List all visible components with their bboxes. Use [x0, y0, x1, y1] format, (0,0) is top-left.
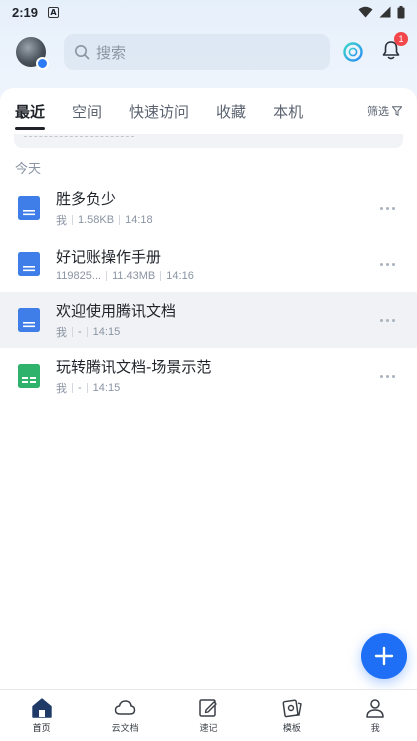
- filter-icon: [392, 106, 402, 116]
- nav-templates[interactable]: 模板: [262, 698, 322, 734]
- nav-quick-note[interactable]: 速记: [178, 698, 238, 734]
- search-placeholder: 搜索: [96, 43, 127, 62]
- status-time: 2:19: [12, 4, 39, 20]
- section-label-today: 今天: [15, 162, 42, 177]
- file-owner: 我: [56, 214, 67, 227]
- file-row[interactable]: 欢迎使用腾讯文档 我 - 14:15: [0, 292, 417, 348]
- sheet-icon: [18, 364, 40, 388]
- more-options-icon[interactable]: [380, 206, 395, 210]
- file-owner: 我: [56, 326, 67, 339]
- file-meta: 我 - 14:15: [56, 380, 380, 396]
- more-options-icon[interactable]: [380, 262, 395, 266]
- file-info: 好记账操作手册 119825... 11.43MB 14:16: [56, 247, 380, 282]
- file-owner: 119825...: [56, 269, 102, 282]
- filter-button[interactable]: 筛选: [367, 103, 402, 119]
- wifi-icon: [358, 6, 373, 18]
- more-options-icon[interactable]: [380, 318, 395, 322]
- main-panel: 最近 空间 快速访问 收藏 本机 筛选 今天 胜多负少 我 1.58KB 14:…: [0, 88, 417, 689]
- file-info: 欢迎使用腾讯文档 我 - 14:15: [56, 301, 380, 340]
- file-name: 玩转腾讯文档-场景示范: [56, 357, 212, 376]
- battery-icon: [397, 5, 405, 18]
- search-icon: [75, 45, 90, 60]
- note-icon: [199, 698, 218, 717]
- nav-label: 速记: [199, 723, 218, 734]
- file-size: 1.58KB: [78, 213, 115, 226]
- cellular-icon: [379, 6, 391, 18]
- notification-button[interactable]: 1: [382, 32, 408, 64]
- nav-label: 模板: [282, 723, 301, 734]
- status-icons: [358, 5, 405, 19]
- avatar-badge: [36, 57, 49, 70]
- home-icon: [31, 697, 52, 718]
- collapsed-banner[interactable]: [14, 134, 403, 148]
- tab-space[interactable]: 空间: [72, 101, 102, 122]
- file-owner: 我: [56, 382, 67, 395]
- file-info: 胜多负少 我 1.58KB 14:18: [56, 189, 380, 228]
- nav-cloud-docs[interactable]: 云文档: [95, 698, 155, 734]
- file-time: 14:18: [125, 213, 153, 226]
- doc-icon: [18, 196, 40, 220]
- ai-assistant-icon[interactable]: [342, 41, 364, 63]
- tab-quick-access[interactable]: 快速访问: [129, 101, 189, 122]
- file-time: 14:16: [166, 269, 194, 282]
- nav-label: 云文档: [111, 723, 139, 734]
- tab-recent[interactable]: 最近: [15, 101, 46, 130]
- file-size: 11.43MB: [112, 269, 156, 282]
- file-meta: 我 - 14:15: [56, 324, 380, 340]
- file-row[interactable]: 玩转腾讯文档-场景示范 我 - 14:15: [0, 348, 417, 404]
- app-header: 搜索 1: [0, 30, 417, 74]
- app-notification-icon: A: [48, 6, 60, 18]
- file-info: 玩转腾讯文档-场景示范 我 - 14:15: [56, 357, 380, 396]
- tab-bar: 最近 空间 快速访问 收藏 本机 筛选: [0, 88, 417, 134]
- file-size: -: [78, 325, 82, 338]
- tab-local[interactable]: 本机: [273, 101, 303, 122]
- file-row[interactable]: 好记账操作手册 119825... 11.43MB 14:16: [0, 236, 417, 292]
- file-name: 胜多负少: [56, 189, 117, 208]
- avatar[interactable]: [16, 37, 49, 70]
- nav-label: 首页: [32, 723, 51, 734]
- nav-profile[interactable]: 我: [345, 698, 405, 734]
- search-input[interactable]: 搜索: [64, 34, 330, 70]
- tab-favorites[interactable]: 收藏: [216, 101, 246, 122]
- file-size: -: [78, 381, 82, 394]
- file-name: 好记账操作手册: [56, 247, 162, 266]
- bottom-nav: 首页 云文档 速记 模板 我: [0, 689, 417, 741]
- file-time: 14:15: [92, 325, 121, 338]
- nav-label: 我: [370, 723, 380, 734]
- doc-icon: [18, 308, 40, 332]
- more-options-icon[interactable]: [380, 374, 395, 378]
- plus-icon: [374, 646, 394, 666]
- file-meta: 119825... 11.43MB 14:16: [56, 270, 380, 282]
- file-name: 欢迎使用腾讯文档: [56, 301, 177, 320]
- notification-badge: 1: [394, 32, 408, 46]
- create-button[interactable]: [361, 633, 407, 679]
- doc-icon: [18, 252, 40, 276]
- nav-home[interactable]: 首页: [12, 697, 72, 734]
- filter-label: 筛选: [367, 105, 389, 118]
- template-icon: [282, 699, 302, 717]
- cloud-icon: [114, 699, 136, 715]
- file-row[interactable]: 胜多负少 我 1.58KB 14:18: [0, 180, 417, 236]
- profile-icon: [366, 698, 384, 718]
- file-time: 14:15: [92, 381, 121, 394]
- status-bar: 2:19 A: [0, 0, 417, 24]
- file-meta: 我 1.58KB 14:18: [56, 212, 380, 228]
